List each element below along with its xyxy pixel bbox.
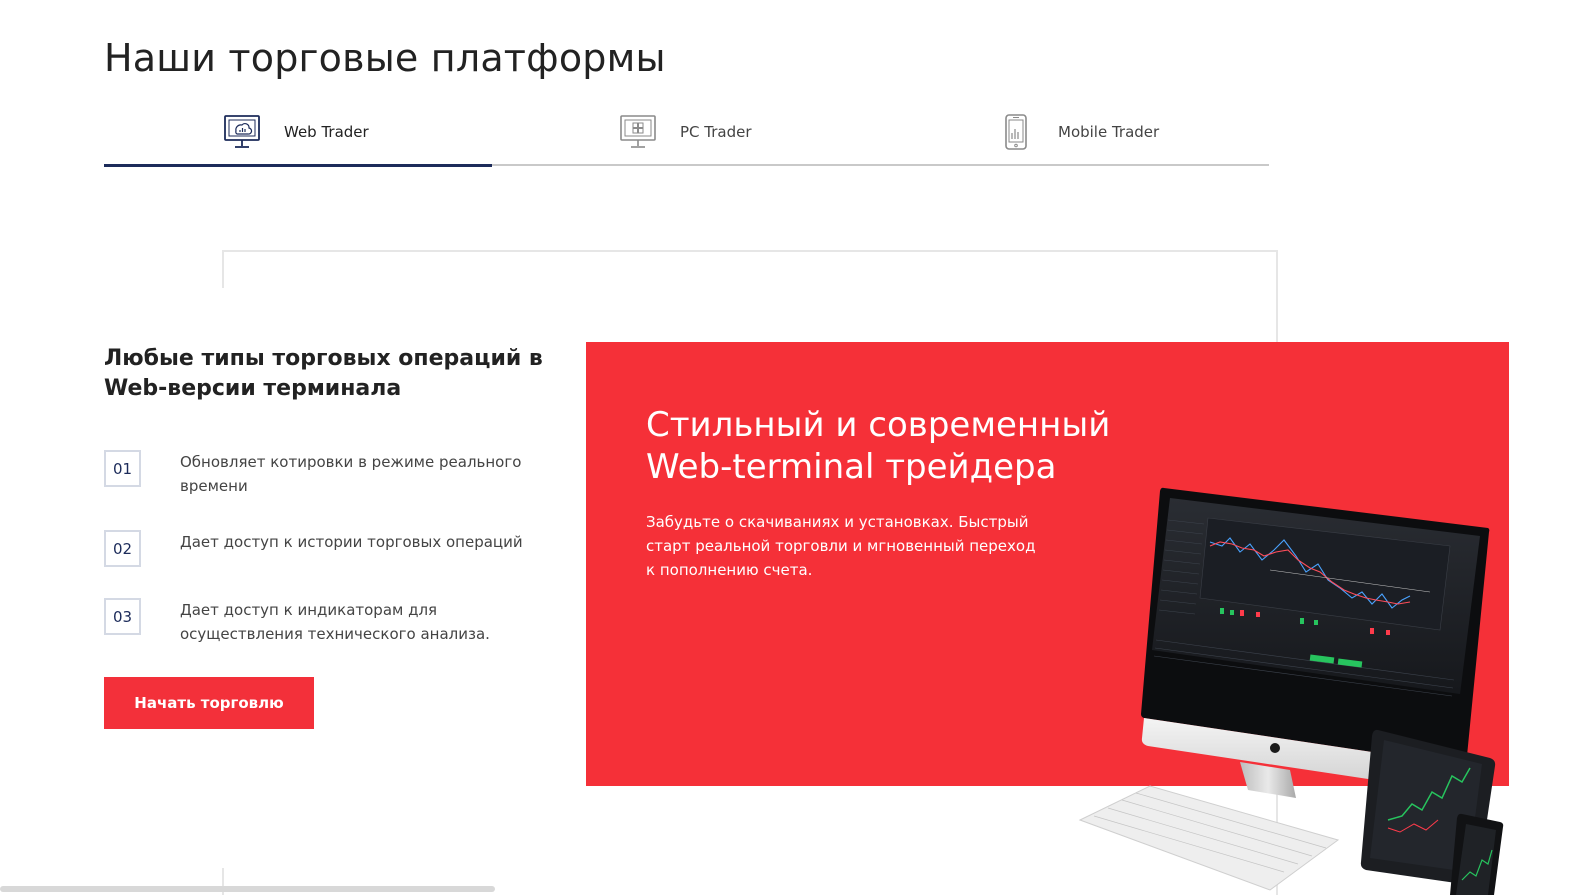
mobile-phone-icon bbox=[996, 112, 1036, 152]
feature-text: Обновляет котировки в режиме реального в… bbox=[180, 453, 522, 495]
feature-number: 02 bbox=[104, 530, 141, 567]
promo-title: Стильный и современный Web-terminal трей… bbox=[646, 405, 1111, 487]
tab-mobile-trader[interactable]: Mobile Trader bbox=[996, 100, 1159, 164]
page-title: Наши торговые платформы bbox=[104, 36, 666, 80]
frame-border bbox=[222, 250, 224, 288]
active-tab-indicator bbox=[104, 164, 492, 167]
devices-illustration bbox=[1070, 480, 1571, 895]
horizontal-scrollbar[interactable] bbox=[0, 886, 495, 892]
tab-web-trader[interactable]: Web Trader bbox=[222, 100, 369, 164]
platform-tabs: Web Trader PC Trader Mobile Trader bbox=[104, 100, 1269, 167]
frame-border bbox=[222, 250, 1278, 252]
feature-number: 01 bbox=[104, 450, 141, 487]
feature-text: Дает доступ к индикаторам для осуществле… bbox=[180, 601, 490, 643]
tab-label: Mobile Trader bbox=[1058, 123, 1160, 141]
promo-text: Забудьте о скачиваниях и установках. Быс… bbox=[646, 513, 1036, 579]
tab-label: Web Trader bbox=[284, 123, 369, 141]
web-monitor-icon bbox=[222, 112, 262, 152]
feature-text: Дает доступ к истории торговых операций bbox=[180, 533, 523, 551]
pc-monitor-icon bbox=[618, 112, 658, 152]
features-title: Любые типы торговых операций в Web-верси… bbox=[104, 346, 543, 401]
start-trading-button[interactable]: Начать торговлю bbox=[104, 677, 314, 729]
frame-border bbox=[1276, 250, 1278, 342]
feature-number: 03 bbox=[104, 598, 141, 635]
tab-label: PC Trader bbox=[680, 123, 752, 141]
tab-pc-trader[interactable]: PC Trader bbox=[618, 100, 752, 164]
